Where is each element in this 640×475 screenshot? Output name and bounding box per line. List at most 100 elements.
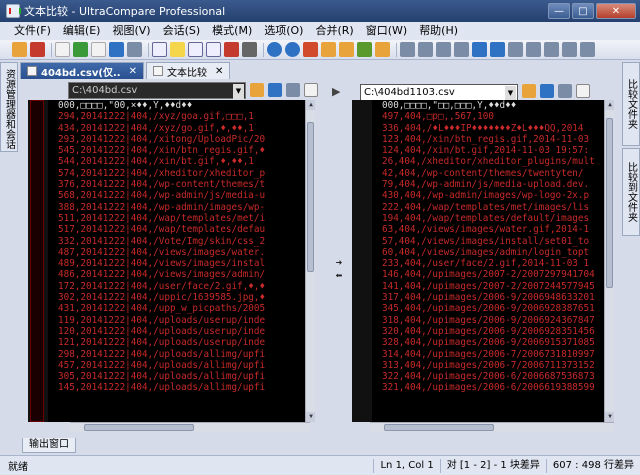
sync-icon[interactable] [375,42,390,57]
left-horizontal-scrollbar[interactable] [70,422,310,432]
first-diff-icon[interactable] [472,42,487,57]
right-compare-pane[interactable]: 000,□□□□,"□□,□□□,Y,♦♦d♦♦ 497,404,□p□,,567… [352,100,614,422]
compare-folders-tab[interactable]: 比较文件夹 [622,62,640,146]
open-icon[interactable] [12,42,27,57]
right-path-combobox[interactable]: C:\404bd1103.csv ▼ [360,84,518,101]
left-path-combobox[interactable]: C:\404bd.csv ▼ [68,82,246,99]
text-line: 145,20141222|404,/uploads/allimg/upfi [58,382,266,394]
print-icon[interactable] [242,42,257,57]
next-diff-icon[interactable] [526,42,541,57]
reload-icon[interactable] [558,84,572,98]
browse-folder-icon[interactable] [250,83,264,97]
browse-folder-icon[interactable] [522,84,536,98]
arrow-down-icon[interactable] [400,42,415,57]
text-line: 79,404,/wp-admin/js/media-upload.dev. [382,179,590,191]
close-icon[interactable]: ✕ [215,66,223,77]
edit-file-icon[interactable] [304,83,318,97]
copy-right-icon[interactable] [562,42,577,57]
toolbar [0,40,640,60]
text-line: 430,404,/wp-admin/images/wp-logo-2x.p [382,190,590,202]
diff-marker [30,100,44,422]
reload-icon[interactable] [286,83,300,97]
archive-icon[interactable] [357,42,372,57]
scroll-down-icon[interactable]: ▼ [605,412,614,422]
text-line: 60,404,/views/images/admin/login_topt [382,246,590,258]
save-icon[interactable] [540,84,554,98]
text-line: 317,404,/upimages/2006-9/2006948633201 [382,292,595,304]
copy-right-arrow-icon[interactable]: ➜ [334,258,344,268]
tab-404bd-csv[interactable]: 404bd.csv(仅.. ✕ [20,62,144,79]
text-line: 489,20141222|404,/views/images/instal [58,258,266,270]
file-icon [27,66,37,76]
arrow-right-icon[interactable] [454,42,469,57]
status-line-diff: 607 : 498 行差异 [545,458,640,473]
menu-help[interactable]: 帮助(H) [413,22,464,40]
compare-to-folders-tab[interactable]: 比较到文件夹 [622,148,640,236]
new-icon[interactable] [55,42,70,57]
scroll-thumb[interactable] [606,118,613,288]
chevron-down-icon[interactable]: ▼ [233,84,244,99]
tab-label: 404bd.csv(仅.. [41,67,121,79]
refresh-icon[interactable] [109,42,124,57]
arrow-up-icon[interactable] [418,42,433,57]
close-button[interactable]: ✕ [596,3,636,19]
app-icon [6,4,21,18]
scroll-thumb[interactable] [84,424,194,431]
copy-left-arrow-icon[interactable]: ⬅ [334,271,344,281]
menu-session[interactable]: 会话(S) [157,22,207,40]
scroll-thumb[interactable] [384,424,494,431]
diff-marker-icon[interactable] [224,42,239,57]
text-mode-icon[interactable] [91,42,106,57]
left-compare-pane[interactable]: 000,□□□□,"00,×♦♦,Y,♦♦d♦♦ 294,20141222|404… [28,100,315,422]
last-diff-icon[interactable] [490,42,505,57]
merge-icon[interactable] [303,42,318,57]
menu-window[interactable]: 窗口(W) [360,22,413,40]
scroll-thumb[interactable] [307,122,314,272]
close-file-icon[interactable] [30,42,45,57]
close-icon[interactable]: ✕ [129,66,137,77]
menu-merge[interactable]: 合并(R) [309,22,359,40]
text-line: 000,□□□□,"00,×♦♦,Y,♦♦d♦♦ [58,100,193,111]
compare-icon[interactable] [73,42,88,57]
left-path-value: C:\404bd.csv [72,85,138,96]
swap-icon[interactable] [580,42,595,57]
settings-icon[interactable] [127,42,142,57]
web-icon[interactable] [267,42,282,57]
toolbar-separator [263,42,264,57]
menu-edit[interactable]: 编辑(E) [57,22,107,40]
menu-options[interactable]: 选项(O) [258,22,309,40]
copy-left-icon[interactable] [544,42,559,57]
chevron-down-icon[interactable]: ▼ [505,86,516,101]
ftp-icon[interactable] [285,42,300,57]
left-vertical-scrollbar[interactable]: ▲ ▼ [305,100,315,422]
folder-compare-icon[interactable] [339,42,354,57]
maximize-button[interactable]: □ [572,3,594,19]
scroll-up-icon[interactable]: ▲ [306,100,315,110]
text-line: 517,20141222|404,/wap/templates/defau [58,224,266,236]
save-icon[interactable] [268,83,282,97]
prev-diff-icon[interactable] [508,42,523,57]
right-horizontal-scrollbar[interactable] [370,422,614,432]
text-line: 457,20141222|404,/uploads/allimg/upfi [58,359,266,371]
scroll-down-icon[interactable]: ▼ [306,412,315,422]
right-vertical-scrollbar[interactable]: ▲ ▼ [604,100,614,422]
tab-text-compare[interactable]: 文本比较 ✕ [145,62,231,79]
explorer-sessions-tab[interactable]: 资源管理器和会话 [0,62,18,152]
diff-list-icon[interactable] [206,42,221,57]
text-line: 121,20141222|404,/uploads/userup/inde [58,337,266,349]
layout-icon[interactable] [152,42,167,57]
play-arrow-icon[interactable]: ▶ [332,85,344,98]
toolbar-separator [396,42,397,57]
text-line: 322,404,/upimages/2006-6/2006687536873 [382,371,595,383]
folder-icon[interactable] [321,42,336,57]
menu-file[interactable]: 文件(F) [8,22,57,40]
menu-mode[interactable]: 模式(M) [206,22,258,40]
split-icon[interactable] [188,42,203,57]
highlight-icon[interactable] [170,42,185,57]
edit-file-icon[interactable] [576,84,590,98]
scroll-up-icon[interactable]: ▲ [605,100,614,110]
minimize-button[interactable]: — [548,3,570,19]
output-window-tab[interactable]: 输出窗口 [22,438,76,453]
arrow-left-icon[interactable] [436,42,451,57]
menu-view[interactable]: 视图(V) [106,22,156,40]
